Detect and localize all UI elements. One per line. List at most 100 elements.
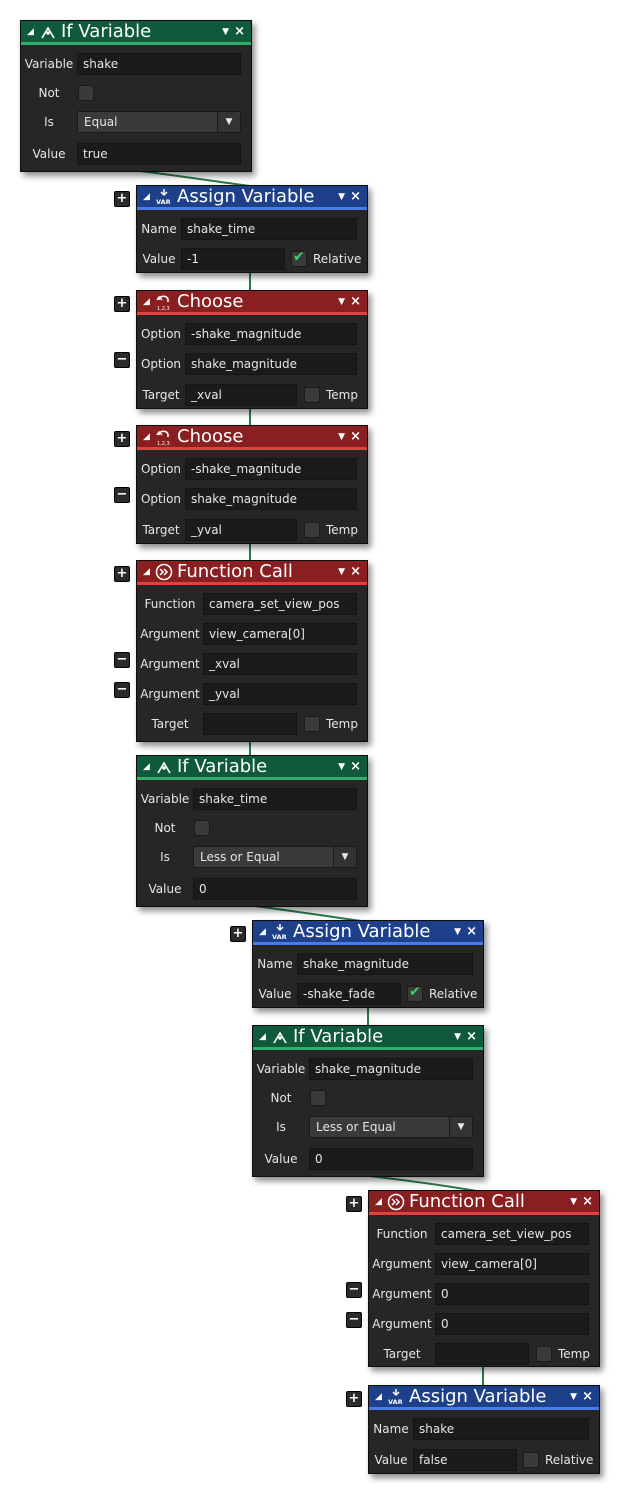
add-button[interactable]: + bbox=[346, 1391, 362, 1407]
not-checkbox[interactable] bbox=[194, 820, 210, 836]
not-checkbox[interactable] bbox=[78, 85, 94, 101]
option-field[interactable]: -shake_magnitude bbox=[185, 458, 357, 480]
collapse-triangle-icon[interactable]: ◢ bbox=[143, 762, 153, 772]
if-variable-block[interactable]: ◢ If Variable ▼ × Variable shake_time No… bbox=[136, 755, 368, 907]
collapse-triangle-icon[interactable]: ◢ bbox=[375, 1197, 385, 1207]
remove-button[interactable]: − bbox=[114, 682, 130, 698]
assign-variable-block[interactable]: ◢ VAR Assign Variable ▼ × Name shake_mag… bbox=[252, 920, 484, 1008]
is-dropdown[interactable]: Equal ▼ bbox=[77, 111, 241, 133]
function-call-block[interactable]: ◢ Function Call ▼ × Function camera_set_… bbox=[136, 560, 368, 742]
close-icon[interactable]: × bbox=[466, 1029, 477, 1044]
remove-button[interactable]: − bbox=[114, 652, 130, 668]
argument-field[interactable]: view_camera[0] bbox=[435, 1253, 589, 1275]
remove-button[interactable]: − bbox=[114, 487, 130, 503]
block-header[interactable]: ◢ If Variable ▼ × bbox=[137, 756, 367, 780]
option-field[interactable]: -shake_magnitude bbox=[185, 323, 357, 345]
function-field[interactable]: camera_set_view_pos bbox=[435, 1223, 589, 1245]
choose-block[interactable]: ◢ 1,2,3 Choose ▼ × Option -shake_magnitu… bbox=[136, 290, 368, 409]
relative-checkbox[interactable] bbox=[407, 984, 423, 1002]
close-icon[interactable]: × bbox=[350, 294, 361, 309]
close-icon[interactable]: × bbox=[234, 24, 245, 39]
choose-block[interactable]: ◢ 1,2,3 Choose ▼ × Option -shake_magnitu… bbox=[136, 425, 368, 544]
is-dropdown[interactable]: Less or Equal ▼ bbox=[193, 846, 357, 868]
collapse-triangle-icon[interactable]: ◢ bbox=[143, 297, 153, 307]
close-icon[interactable]: × bbox=[582, 1389, 593, 1404]
if-variable-block[interactable]: ◢ If Variable ▼ × Variable shake_magnitu… bbox=[252, 1025, 484, 1177]
target-field[interactable] bbox=[435, 1343, 529, 1365]
target-field[interactable]: _yval bbox=[185, 519, 297, 541]
menu-arrow-icon[interactable]: ▼ bbox=[222, 27, 229, 37]
add-button[interactable]: + bbox=[114, 191, 130, 207]
temp-checkbox[interactable] bbox=[304, 387, 320, 403]
collapse-triangle-icon[interactable]: ◢ bbox=[143, 432, 153, 442]
menu-arrow-icon[interactable]: ▼ bbox=[454, 1032, 461, 1042]
temp-checkbox[interactable] bbox=[304, 716, 320, 732]
close-icon[interactable]: × bbox=[350, 429, 361, 444]
relative-checkbox[interactable] bbox=[523, 1452, 539, 1468]
menu-arrow-icon[interactable]: ▼ bbox=[570, 1392, 577, 1402]
collapse-triangle-icon[interactable]: ◢ bbox=[27, 27, 37, 37]
value-field[interactable]: 0 bbox=[193, 878, 357, 900]
collapse-triangle-icon[interactable]: ◢ bbox=[375, 1392, 385, 1402]
argument-field[interactable]: _yval bbox=[203, 683, 357, 705]
block-header[interactable]: ◢ Function Call ▼ × bbox=[137, 561, 367, 585]
block-header[interactable]: ◢ 1,2,3 Choose ▼ × bbox=[137, 291, 367, 315]
is-dropdown[interactable]: Less or Equal ▼ bbox=[309, 1116, 473, 1138]
collapse-triangle-icon[interactable]: ◢ bbox=[259, 1032, 269, 1042]
add-button[interactable]: + bbox=[346, 1196, 362, 1212]
name-field[interactable]: shake bbox=[413, 1418, 589, 1440]
variable-field[interactable]: shake bbox=[77, 53, 241, 75]
add-button[interactable]: + bbox=[114, 566, 130, 582]
assign-variable-block[interactable]: ◢ VAR Assign Variable ▼ × Name shake_tim… bbox=[136, 185, 368, 273]
menu-arrow-icon[interactable]: ▼ bbox=[338, 192, 345, 202]
add-button[interactable]: + bbox=[114, 296, 130, 312]
not-checkbox[interactable] bbox=[310, 1090, 326, 1106]
variable-field[interactable]: shake_time bbox=[193, 788, 357, 810]
menu-arrow-icon[interactable]: ▼ bbox=[454, 927, 461, 937]
value-field[interactable]: false bbox=[413, 1449, 517, 1471]
value-field[interactable]: 0 bbox=[309, 1148, 473, 1170]
relative-checkbox[interactable] bbox=[291, 249, 307, 267]
value-field[interactable]: true bbox=[77, 143, 241, 165]
function-field[interactable]: camera_set_view_pos bbox=[203, 593, 357, 615]
menu-arrow-icon[interactable]: ▼ bbox=[570, 1197, 577, 1207]
remove-button[interactable]: − bbox=[346, 1312, 362, 1328]
collapse-triangle-icon[interactable]: ◢ bbox=[143, 192, 153, 202]
argument-field[interactable]: 0 bbox=[435, 1283, 589, 1305]
block-header[interactable]: ◢ VAR Assign Variable ▼ × bbox=[137, 186, 367, 210]
argument-field[interactable]: view_camera[0] bbox=[203, 623, 357, 645]
value-field[interactable]: -1 bbox=[181, 248, 285, 270]
remove-button[interactable]: − bbox=[114, 352, 130, 368]
option-field[interactable]: shake_magnitude bbox=[185, 488, 357, 510]
menu-arrow-icon[interactable]: ▼ bbox=[338, 297, 345, 307]
close-icon[interactable]: × bbox=[466, 924, 477, 939]
close-icon[interactable]: × bbox=[350, 564, 361, 579]
target-field[interactable] bbox=[203, 713, 297, 735]
target-field[interactable]: _xval bbox=[185, 384, 297, 406]
block-header[interactable]: ◢ If Variable ▼ × bbox=[253, 1026, 483, 1050]
block-header[interactable]: ◢ VAR Assign Variable ▼ × bbox=[369, 1386, 599, 1410]
chevron-down-icon[interactable]: ▼ bbox=[449, 1117, 472, 1137]
add-button[interactable]: + bbox=[230, 926, 246, 942]
option-field[interactable]: shake_magnitude bbox=[185, 353, 357, 375]
close-icon[interactable]: × bbox=[350, 759, 361, 774]
argument-field[interactable]: _xval bbox=[203, 653, 357, 675]
temp-checkbox[interactable] bbox=[536, 1346, 552, 1362]
name-field[interactable]: shake_time bbox=[181, 218, 357, 240]
variable-field[interactable]: shake_magnitude bbox=[309, 1058, 473, 1080]
chevron-down-icon[interactable]: ▼ bbox=[217, 112, 240, 132]
menu-arrow-icon[interactable]: ▼ bbox=[338, 762, 345, 772]
argument-field[interactable]: 0 bbox=[435, 1313, 589, 1335]
block-header[interactable]: ◢ VAR Assign Variable ▼ × bbox=[253, 921, 483, 945]
assign-variable-block[interactable]: ◢ VAR Assign Variable ▼ × Name shake Val… bbox=[368, 1385, 600, 1474]
value-field[interactable]: -shake_fade bbox=[297, 983, 401, 1005]
block-header[interactable]: ◢ Function Call ▼ × bbox=[369, 1191, 599, 1215]
collapse-triangle-icon[interactable]: ◢ bbox=[143, 567, 153, 577]
if-variable-block[interactable]: ◢ If Variable ▼ × Variable shake Not Is … bbox=[20, 20, 252, 172]
remove-button[interactable]: − bbox=[346, 1282, 362, 1298]
temp-checkbox[interactable] bbox=[304, 522, 320, 538]
add-button[interactable]: + bbox=[114, 431, 130, 447]
function-call-block[interactable]: ◢ Function Call ▼ × Function camera_set_… bbox=[368, 1190, 600, 1367]
block-header[interactable]: ◢ If Variable ▼ × bbox=[21, 21, 251, 45]
name-field[interactable]: shake_magnitude bbox=[297, 953, 473, 975]
